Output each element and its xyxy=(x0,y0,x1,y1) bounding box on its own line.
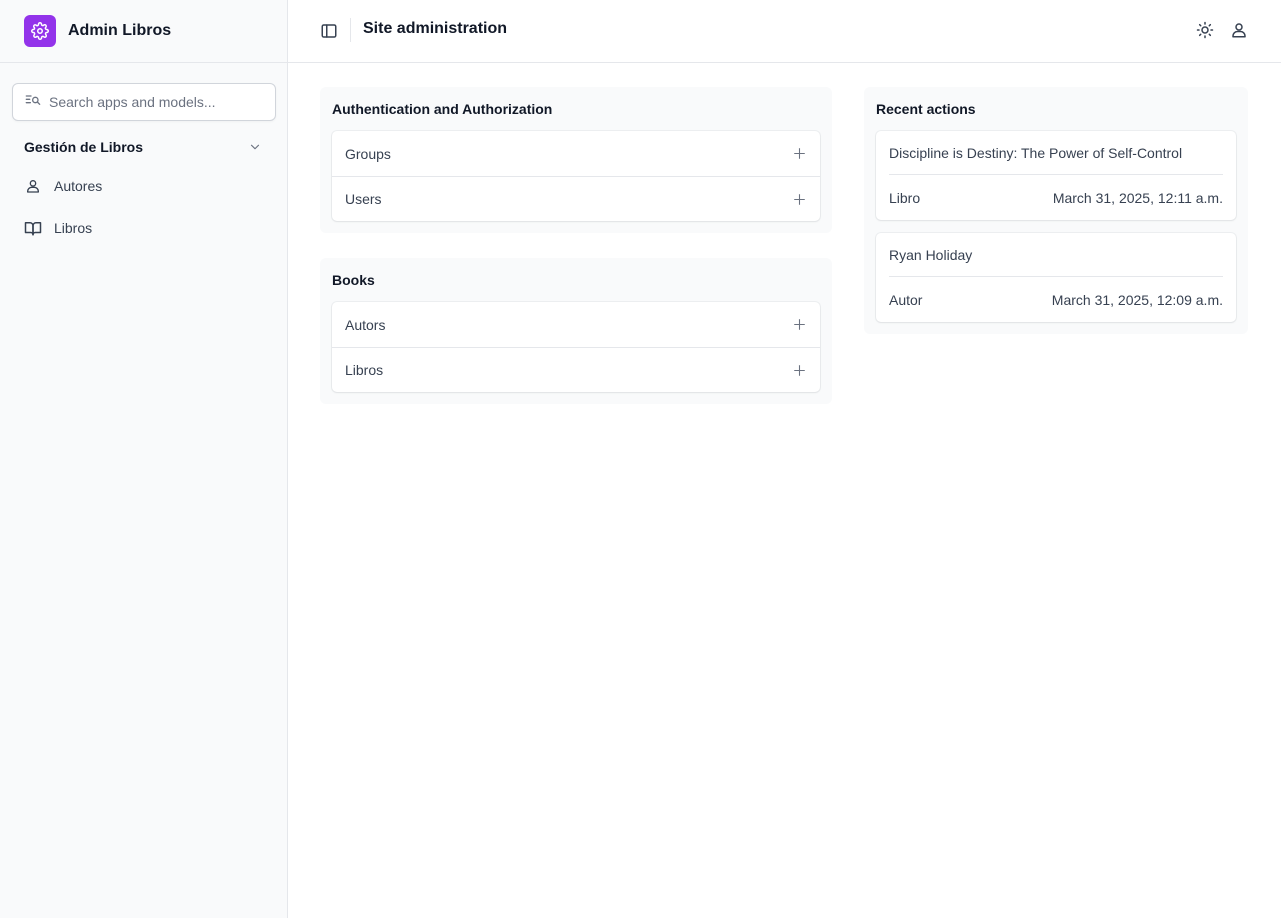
model-link-users[interactable]: Users xyxy=(345,191,382,207)
model-row-autors[interactable]: Autors xyxy=(332,302,820,347)
model-link-libros[interactable]: Libros xyxy=(345,362,383,378)
brand-title[interactable]: Admin Libros xyxy=(68,22,171,40)
module-title: Authentication and Authorization xyxy=(332,101,553,117)
search-input[interactable] xyxy=(49,94,259,110)
plus-icon[interactable] xyxy=(792,192,806,206)
sun-icon[interactable] xyxy=(1196,21,1214,39)
model-link-groups[interactable]: Groups xyxy=(345,146,391,162)
plus-icon[interactable] xyxy=(792,147,806,161)
model-row-libros[interactable]: Libros xyxy=(332,347,820,392)
recent-action-meta: Libro March 31, 2025, 12:11 a.m. xyxy=(889,175,1223,220)
module-card: Autors Libros xyxy=(332,302,820,392)
chevron-down-icon[interactable] xyxy=(248,140,262,154)
search-box[interactable] xyxy=(12,83,276,121)
sidebar-item-autores[interactable]: Autores xyxy=(24,173,264,199)
nav-group-title: Gestión de Libros xyxy=(24,139,144,155)
nav-group-gestion-de-libros[interactable]: Gestión de Libros xyxy=(24,136,264,158)
recent-actions: Recent actions Discipline is Destiny: Th… xyxy=(864,87,1248,334)
module-auth: Authentication and Authorization Groups … xyxy=(320,87,832,233)
sidebar-toggle-icon[interactable] xyxy=(320,22,338,40)
model-link-autors[interactable]: Autors xyxy=(345,317,385,333)
person-icon xyxy=(24,177,42,195)
book-icon xyxy=(24,219,42,237)
recent-action-name[interactable]: Ryan Holiday xyxy=(889,233,1223,277)
top-header: Site administration xyxy=(288,0,1281,63)
brand: Admin Libros xyxy=(0,0,287,63)
gear-logo-icon[interactable] xyxy=(24,15,56,47)
search-icon xyxy=(25,92,41,113)
module-title: Books xyxy=(332,272,375,288)
recent-action-name[interactable]: Discipline is Destiny: The Power of Self… xyxy=(889,131,1223,175)
recent-action-time: March 31, 2025, 12:11 a.m. xyxy=(1052,189,1223,206)
recent-action-time: March 31, 2025, 12:09 a.m. xyxy=(1051,291,1223,308)
page-title: Site administration xyxy=(363,20,508,37)
module-books: Books Autors Libros xyxy=(320,258,832,404)
recent-action-meta: Autor March 31, 2025, 12:09 a.m. xyxy=(889,277,1223,322)
recent-action-type: Libro xyxy=(889,189,921,206)
module-card: Groups Users xyxy=(332,131,820,221)
user-icon[interactable] xyxy=(1230,21,1248,39)
recent-action-item[interactable]: Discipline is Destiny: The Power of Self… xyxy=(876,131,1236,220)
header-divider xyxy=(350,18,351,42)
sidebar-item-libros[interactable]: Libros xyxy=(24,215,264,241)
recent-actions-title: Recent actions xyxy=(876,101,976,117)
model-row-users[interactable]: Users xyxy=(332,176,820,221)
sidebar-item-label: Libros xyxy=(54,220,93,236)
model-row-groups[interactable]: Groups xyxy=(332,131,820,176)
plus-icon[interactable] xyxy=(792,363,806,377)
plus-icon[interactable] xyxy=(792,318,806,332)
recent-action-type: Autor xyxy=(889,291,923,308)
sidebar: Admin Libros Gestión de Libros xyxy=(0,0,288,918)
recent-action-item[interactable]: Ryan Holiday Autor March 31, 2025, 12:09… xyxy=(876,233,1236,322)
sidebar-item-label: Autores xyxy=(54,178,103,194)
